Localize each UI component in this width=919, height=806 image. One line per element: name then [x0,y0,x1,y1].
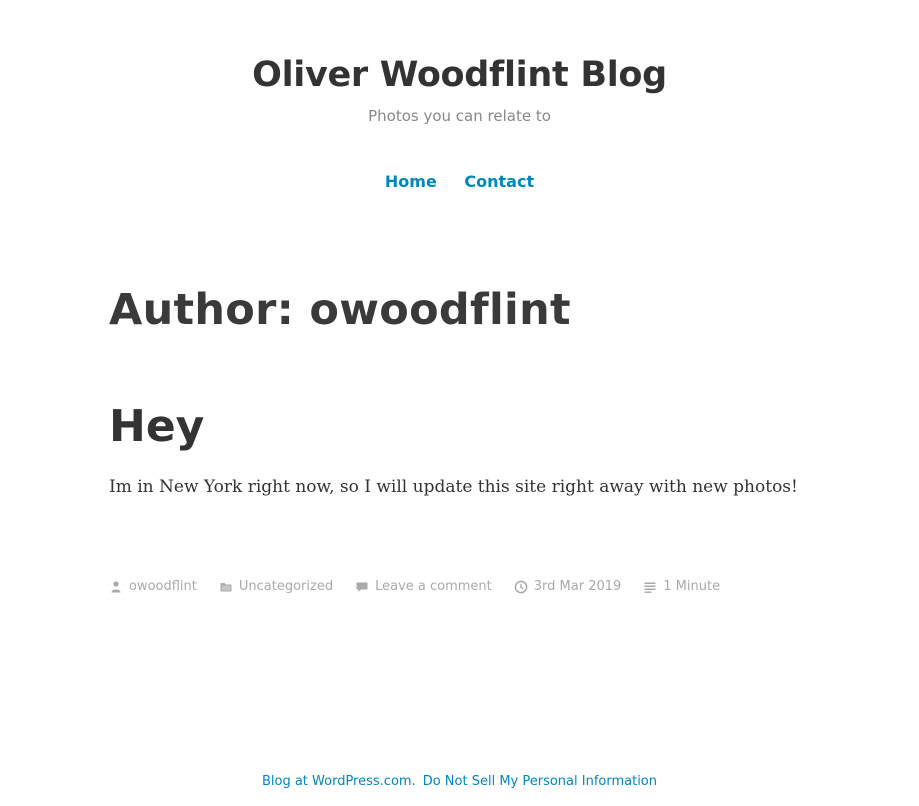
footer-privacy-link[interactable]: Do Not Sell My Personal Information [423,774,657,789]
comment-icon [356,582,368,592]
site-description: Photos you can relate to [368,107,551,125]
nav-item-contact[interactable]: Contact [464,172,534,191]
post-title[interactable]: Hey [109,398,204,456]
main-navigation: Home Contact [0,170,919,194]
meta-category: Uncategorized [219,577,333,597]
meta-reading-time-label: 1 Minute [663,579,721,594]
folder-icon [220,583,232,592]
reading-time-icon [644,582,656,593]
page-title: Author: owoodflint [109,285,571,335]
nav-item-home[interactable]: Home [385,172,437,191]
meta-comments: Leave a comment [355,577,492,597]
clock-icon [514,580,528,594]
person-icon [111,581,121,593]
post-content: Im in New York right now, so I will upda… [109,477,798,497]
site-header: Oliver Woodflint Blog Photos you can rel… [0,52,919,134]
meta-reading-time: 1 Minute [643,577,720,597]
meta-comments-link[interactable]: Leave a comment [375,577,492,597]
meta-author: owoodflint [109,577,197,597]
meta-date-link[interactable]: 3rd Mar 2019 [534,577,622,597]
post-meta: owoodflint Uncategorized Leave a comment… [109,577,742,597]
footer-wordpress-link[interactable]: Blog at WordPress.com. [262,774,416,789]
meta-category-link[interactable]: Uncategorized [239,577,333,597]
site-title[interactable]: Oliver Woodflint Blog [0,52,919,98]
meta-author-link[interactable]: owoodflint [129,577,197,597]
site-footer: Blog at WordPress.com. Do Not Sell My Per… [0,772,919,792]
meta-date: 3rd Mar 2019 [514,577,622,597]
